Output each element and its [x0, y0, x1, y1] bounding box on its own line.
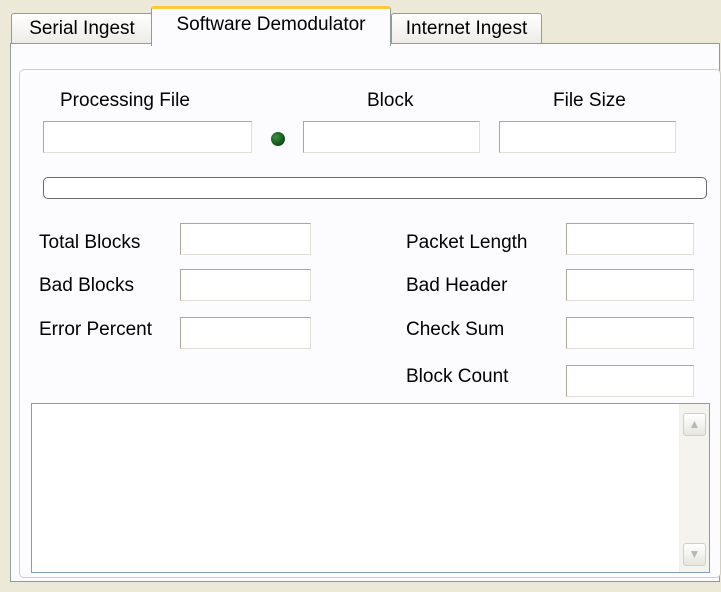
file-size-label: File Size — [553, 90, 626, 111]
bad-blocks-label: Bad Blocks — [39, 275, 135, 296]
error-percent-field[interactable] — [180, 317, 311, 349]
block-field[interactable] — [303, 121, 480, 153]
scroll-up-button[interactable]: ▲ — [683, 413, 706, 436]
processing-file-label: Processing File — [60, 90, 190, 111]
log-scrollbar[interactable]: ▲ ▼ — [679, 404, 709, 572]
chevron-up-icon: ▲ — [688, 417, 701, 431]
bad-blocks-field[interactable] — [180, 269, 311, 301]
block-count-label: Block Count — [406, 366, 509, 387]
status-led-icon — [271, 132, 285, 146]
total-blocks-label: Total Blocks — [39, 232, 141, 253]
chevron-down-icon: ▼ — [688, 547, 701, 561]
packet-length-label: Packet Length — [406, 232, 528, 253]
processing-progress-bar — [43, 177, 707, 199]
error-percent-label: Error Percent — [39, 319, 152, 340]
scroll-down-button[interactable]: ▼ — [683, 543, 706, 566]
tab-software-demodulator[interactable]: Software Demodulator — [151, 6, 391, 46]
block-label: Block — [367, 90, 414, 111]
processing-file-field[interactable] — [43, 121, 252, 153]
tab-serial-ingest-label: Serial Ingest — [29, 18, 135, 39]
log-textarea[interactable]: ▲ ▼ — [31, 403, 710, 573]
tab-serial-ingest[interactable]: Serial Ingest — [11, 13, 153, 44]
bad-header-field[interactable] — [566, 269, 694, 301]
check-sum-label: Check Sum — [406, 319, 505, 340]
check-sum-field[interactable] — [566, 317, 694, 349]
tab-software-demodulator-label: Software Demodulator — [176, 14, 366, 35]
tab-internet-ingest-label: Internet Ingest — [405, 18, 528, 39]
total-blocks-field[interactable] — [180, 223, 311, 255]
tab-internet-ingest[interactable]: Internet Ingest — [391, 13, 542, 44]
log-text — [32, 404, 709, 412]
file-size-field[interactable] — [499, 121, 676, 153]
block-count-field[interactable] — [566, 365, 694, 397]
bad-header-label: Bad Header — [406, 275, 508, 296]
packet-length-field[interactable] — [566, 223, 694, 255]
